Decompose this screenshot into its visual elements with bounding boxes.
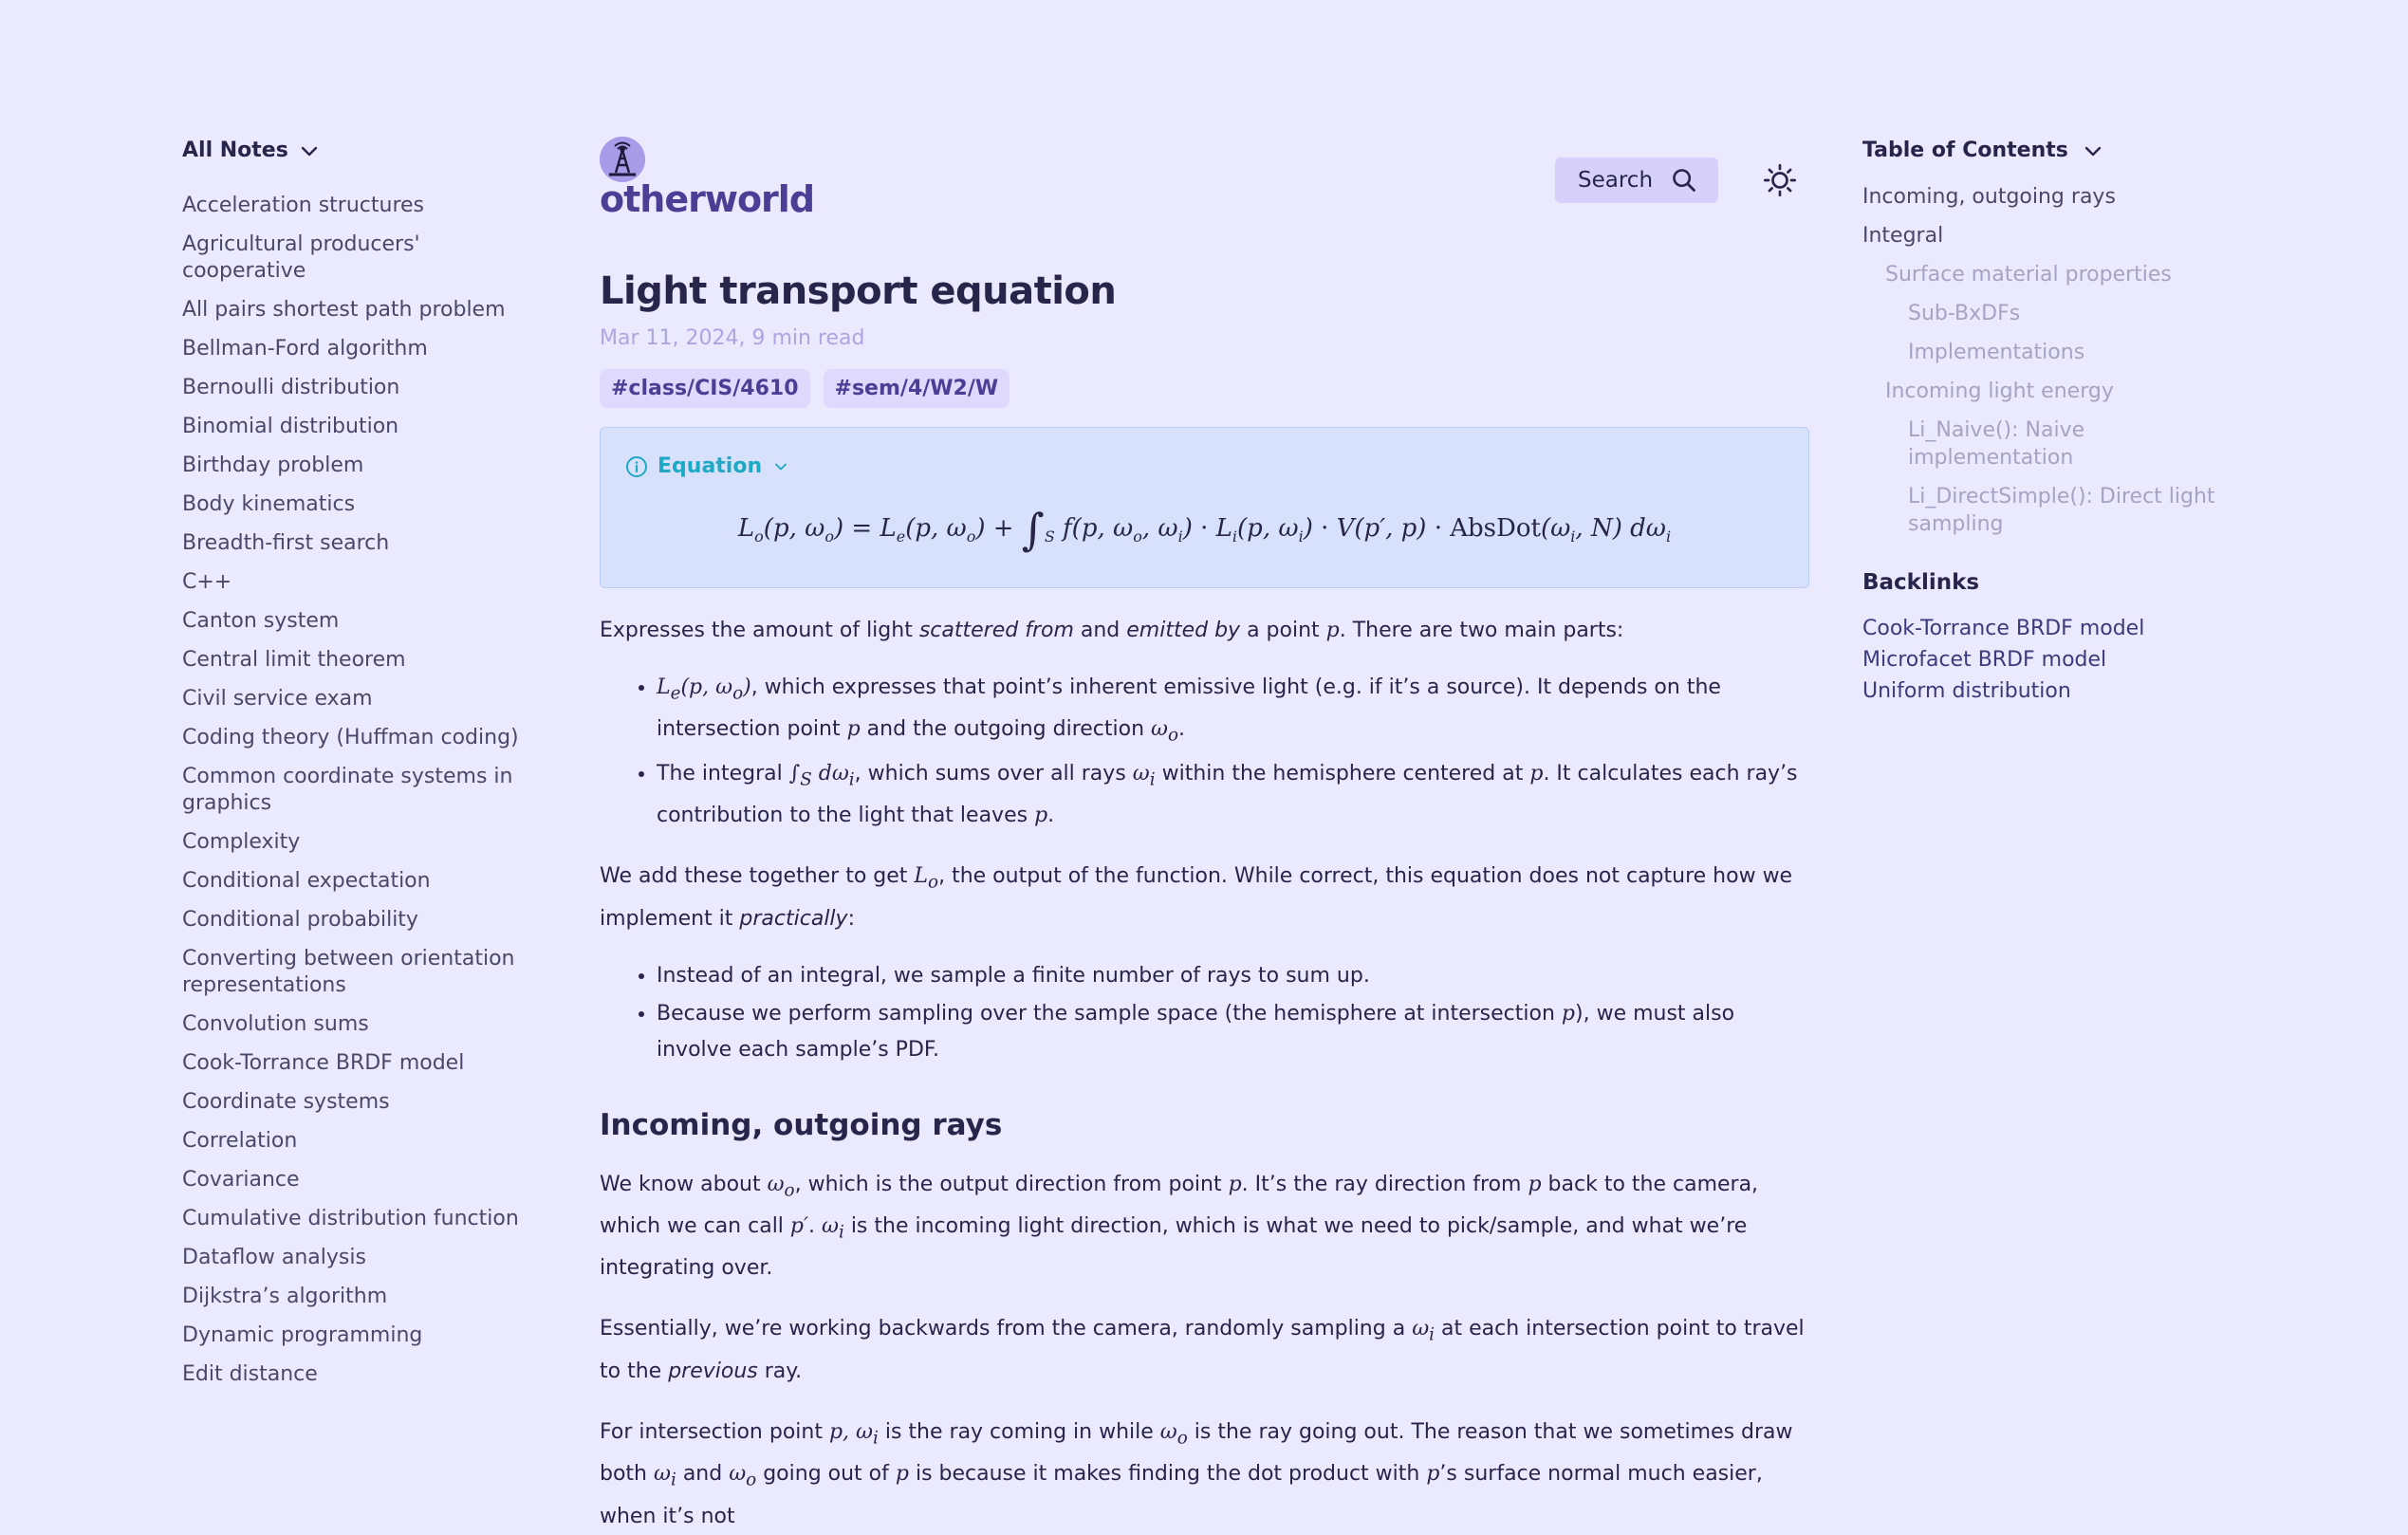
callout-title: Equation bbox=[658, 454, 763, 478]
search-label: Search bbox=[1578, 168, 1654, 193]
sidebar-note-link[interactable]: Dataflow analysis bbox=[182, 1245, 543, 1271]
paragraph: We know about ωo, which is the output di… bbox=[600, 1172, 1759, 1281]
sidebar-note-link[interactable]: Covariance bbox=[182, 1167, 543, 1193]
list-item: Because we perform sampling over the sam… bbox=[657, 996, 1809, 1068]
sidebar-note-link[interactable]: C++ bbox=[182, 569, 543, 596]
toc-item[interactable]: Implementations bbox=[1862, 339, 2242, 366]
sidebar-note-link[interactable]: Dynamic programming bbox=[182, 1322, 543, 1349]
sidebar-note-link[interactable]: Agricultural producers' cooperative bbox=[182, 231, 543, 285]
parts-list: Le(p, ωo), which expresses that point’s … bbox=[600, 670, 1809, 834]
sidebar-note-link[interactable]: Edit distance bbox=[182, 1361, 543, 1388]
search-button[interactable]: Search bbox=[1555, 157, 1718, 203]
sidebar-note-link[interactable]: Complexity bbox=[182, 829, 543, 856]
list-item: The integral ∫S dωi, which sums over all… bbox=[657, 756, 1809, 834]
sidebar-note-link[interactable]: Central limit theorem bbox=[182, 647, 543, 674]
sidebar-note-link[interactable]: Canton system bbox=[182, 608, 543, 635]
info-icon bbox=[626, 455, 647, 477]
sidebar-note-link[interactable]: Acceleration structures bbox=[182, 193, 543, 219]
intro-paragraph: Expresses the amount of light scattered … bbox=[600, 619, 1624, 642]
callout-toggle[interactable]: Equation bbox=[625, 454, 790, 478]
sidebar-note-link[interactable]: Bellman-Ford algorithm bbox=[182, 336, 543, 362]
sun-icon[interactable] bbox=[1763, 163, 1797, 197]
header: otherworld Search bbox=[600, 133, 1809, 220]
sidebar-note-link[interactable]: Breadth-first search bbox=[182, 530, 543, 557]
sidebar-note-link[interactable]: Conditional probability bbox=[182, 907, 543, 934]
list-item: Instead of an integral, we sample a fini… bbox=[657, 958, 1809, 994]
sidebar-note-link[interactable]: Coding theory (Huffman coding) bbox=[182, 725, 543, 751]
chevron-down-icon bbox=[301, 146, 318, 156]
list-item: Le(p, ωo), which expresses that point’s … bbox=[657, 670, 1809, 754]
toc-item[interactable]: Li_Naive(): Naive implementation bbox=[1862, 416, 2242, 472]
sidebar-note-link[interactable]: Cumulative distribution function bbox=[182, 1206, 543, 1232]
sidebar-note-link[interactable]: Converting between orientation represent… bbox=[182, 946, 543, 999]
tag-link[interactable]: #sem/4/W2/W bbox=[823, 369, 1010, 408]
sidebar-note-link[interactable]: Conditional expectation bbox=[182, 868, 543, 895]
article-meta: Mar 11, 2024, 9 min read bbox=[600, 326, 865, 350]
chevron-down-icon bbox=[775, 463, 787, 470]
sidebar-note-link[interactable]: Cook-Torrance BRDF model bbox=[182, 1050, 543, 1077]
sidebar-note-link[interactable]: Binomial distribution bbox=[182, 414, 543, 440]
search-icon bbox=[1673, 169, 1695, 192]
page-title: Light transport equation bbox=[600, 269, 1117, 313]
toc-toggle[interactable]: Table of Contents bbox=[1862, 139, 2242, 162]
sidebar-note-link[interactable]: Birthday problem bbox=[182, 453, 543, 479]
toc-title: Table of Contents bbox=[1862, 139, 2068, 162]
explorer-sidebar: All Notes Acceleration structures Agricul… bbox=[182, 139, 543, 1400]
paragraph: For intersection point p, ωi is the ray … bbox=[600, 1419, 1793, 1528]
equation-formula: Lo(p, ωo) = Le(p, ωo) + ∫S f(p, ωo, ωi) … bbox=[737, 504, 1672, 555]
article-main: otherworld Search Light transport equati… bbox=[600, 133, 1809, 1535]
toc-item[interactable]: Incoming light energy bbox=[1862, 378, 2242, 405]
site-title[interactable]: otherworld bbox=[600, 178, 815, 220]
sidebar-note-link[interactable]: Body kinematics bbox=[182, 491, 543, 518]
backlink[interactable]: Cook-Torrance BRDF model bbox=[1862, 616, 2242, 642]
backlink[interactable]: Microfacet BRDF model bbox=[1862, 647, 2242, 674]
right-sidebar: Table of Contents Incoming, outgoing ray… bbox=[1862, 139, 2242, 710]
toc-item[interactable]: Surface material properties bbox=[1862, 261, 2242, 288]
toc-item[interactable]: Incoming, outgoing rays bbox=[1862, 183, 2242, 211]
toc-list: Incoming, outgoing rays Integral Surface m… bbox=[1862, 183, 2242, 549]
section-heading: Incoming, outgoing rays bbox=[600, 1107, 1003, 1142]
sidebar-note-link[interactable]: Civil service exam bbox=[182, 686, 543, 712]
toc-item[interactable]: Integral bbox=[1862, 222, 2242, 250]
notes-list: Acceleration structures Agricultural prod… bbox=[182, 193, 543, 1388]
paragraph: We add these together to get Lo, the out… bbox=[600, 864, 1793, 931]
backlink[interactable]: Uniform distribution bbox=[1862, 678, 2242, 705]
tag-link[interactable]: #class/CIS/4610 bbox=[600, 369, 810, 408]
backlinks-title: Backlinks bbox=[1862, 570, 1980, 595]
explorer-toggle[interactable]: All Notes bbox=[182, 139, 543, 162]
backlinks-list: Cook-Torrance BRDF model Microfacet BRDF … bbox=[1862, 616, 2242, 705]
sidebar-note-link[interactable]: Common coordinate systems in graphics bbox=[182, 764, 543, 817]
toc-item[interactable]: Sub-BxDFs bbox=[1862, 300, 2242, 327]
sidebar-note-link[interactable]: Bernoulli distribution bbox=[182, 375, 543, 401]
sidebar-note-link[interactable]: Correlation bbox=[182, 1128, 543, 1155]
equation-callout: Equation Lo(p, ωo) = Le(p, ωo) + ∫S f(p,… bbox=[600, 427, 1809, 588]
paragraph: Essentially, we’re working backwards fro… bbox=[600, 1317, 1805, 1383]
sidebar-note-link[interactable]: Coordinate systems bbox=[182, 1089, 543, 1116]
logo-radio-tower-icon[interactable] bbox=[600, 137, 645, 182]
tag-list: #class/CIS/4610 #sem/4/W2/W bbox=[600, 369, 1809, 408]
sidebar-note-link[interactable]: All pairs shortest path problem bbox=[182, 297, 543, 324]
explorer-title: All Notes bbox=[182, 139, 288, 162]
sidebar-note-link[interactable]: Convolution sums bbox=[182, 1011, 543, 1038]
practical-list: Instead of an integral, we sample a fini… bbox=[600, 958, 1809, 1068]
sidebar-note-link[interactable]: Dijkstra’s algorithm bbox=[182, 1284, 543, 1310]
chevron-down-icon bbox=[2084, 146, 2102, 156]
toc-item[interactable]: Li_DirectSimple(): Direct light sampling bbox=[1862, 483, 2242, 538]
